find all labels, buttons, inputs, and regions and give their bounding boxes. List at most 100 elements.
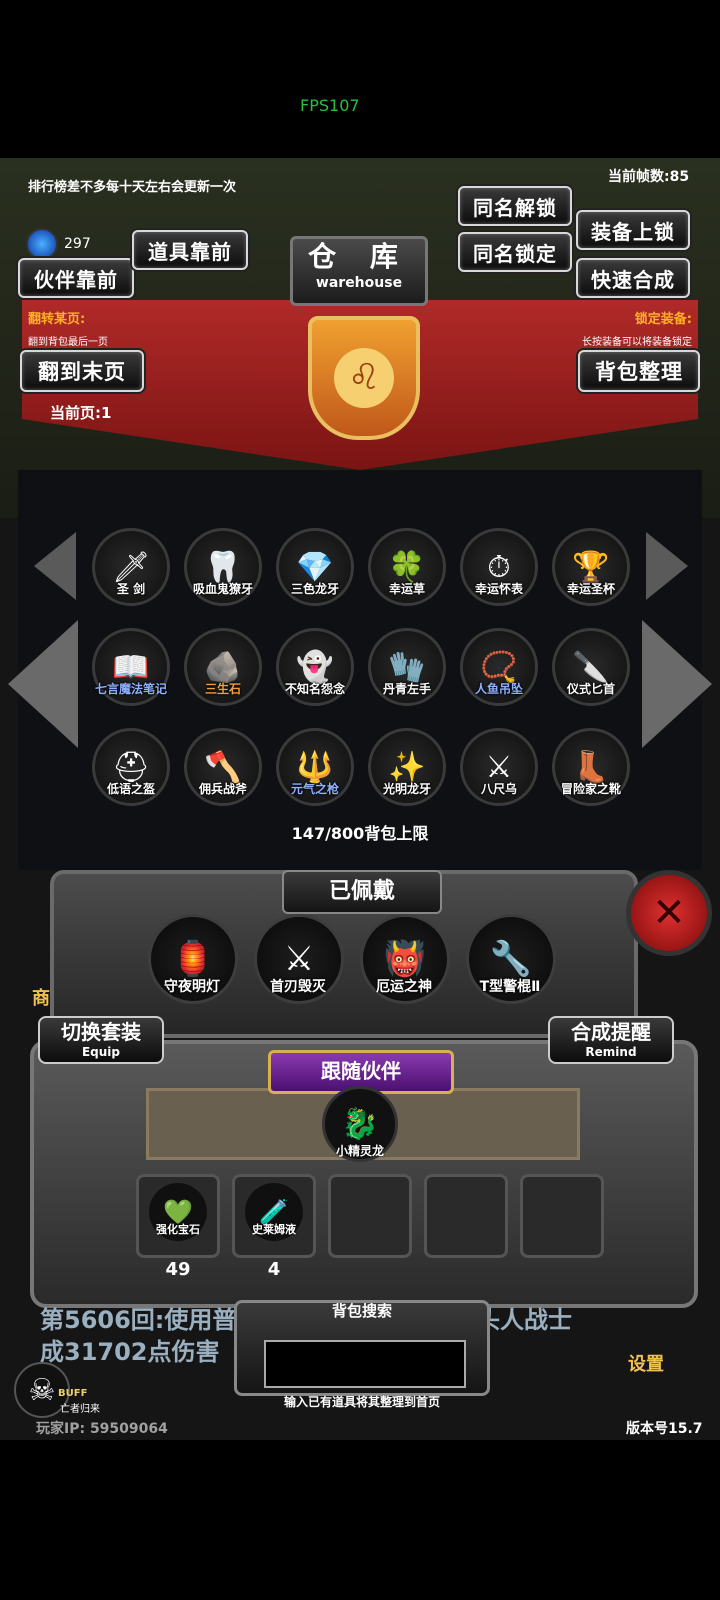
item-name: 三色龙牙 [290, 582, 339, 596]
close-button[interactable]: ✕ [626, 870, 712, 956]
bag-search-hint: 输入已有道具将其整理到首页 [283, 1395, 440, 1409]
item-name: 光明龙牙 [382, 782, 431, 796]
consumable-count: 49 [165, 1259, 191, 1280]
lion-icon: ♌ [334, 348, 394, 408]
flip-page-hint-title: 翻转某页: [28, 312, 86, 327]
partner-front-button[interactable]: 伙伴靠前 [18, 258, 134, 298]
equip-lock-button[interactable]: 装备上锁 [576, 210, 690, 250]
lion-crest: ♌ [308, 316, 420, 440]
item-name: 不知名怨念 [284, 682, 345, 696]
pet-slot[interactable]: 🐉 小精灵龙 [320, 1086, 400, 1166]
inventory-slot[interactable]: 📖 七言魔法笔记 [92, 628, 170, 708]
flip-page-hint-sub: 翻到背包最后一页 [28, 337, 108, 348]
goto-last-page-button[interactable]: 翻到末页 [20, 350, 144, 392]
battle-log-line1: 第5606回:使用普 [40, 1306, 237, 1334]
item-front-button[interactable]: 道具靠前 [132, 230, 248, 270]
battle-log: 第5606回:使用普 成31702点伤害 [40, 1304, 236, 1368]
empty-slot[interactable] [520, 1174, 604, 1258]
buff-label: BUFF [58, 1388, 88, 1399]
warehouse-title: 仓 库 warehouse [290, 236, 428, 306]
empty-slot[interactable] [424, 1174, 508, 1258]
inventory-slot[interactable]: 👻 不知名怨念 [276, 628, 354, 708]
switch-suit-label: 切换套装 [61, 1020, 141, 1044]
same-name-unlock-button[interactable]: 同名解锁 [458, 186, 572, 226]
item-name: 八尺乌 [480, 782, 517, 796]
inventory-slot[interactable]: 🧤 丹青左手 [368, 628, 446, 708]
item-name: 圣 剑 [116, 582, 146, 596]
switch-suit-button[interactable]: 切换套装 Equip [38, 1016, 164, 1064]
merge-remind-label: 合成提醒 [571, 1020, 651, 1044]
item-name: 七言魔法笔记 [94, 682, 167, 696]
inventory-slot[interactable]: ✨ 光明龙牙 [368, 728, 446, 808]
inventory-slot[interactable]: 🪓 佣兵战斧 [184, 728, 262, 808]
battle-log-line2: 成31702点伤害 [40, 1338, 220, 1366]
item-name: 元气之枪 [290, 782, 339, 796]
next-page-arrow-icon[interactable] [642, 620, 712, 748]
switch-suit-sub: Equip [81, 1045, 121, 1059]
item-name: 丹青左手 [382, 682, 431, 696]
gem-counter: 297 [26, 228, 91, 260]
item-name: 幸运圣杯 [566, 582, 615, 596]
consumable-slot[interactable]: 💚 强化宝石 49 [136, 1174, 220, 1280]
equip-name: T型警棍Ⅱ [479, 979, 541, 995]
item-name: 幸运怀表 [474, 582, 523, 596]
fps-counter: FPS107 [300, 96, 360, 115]
inventory-grid: 🗡 圣 剑 🦷 吸血鬼獠牙 💎 三色龙牙 🍀 幸运草 ⏱ 幸运怀表 🏆 幸运圣杯 📖 七言魔法笔记 🪨 三生石… [92, 528, 652, 808]
gem-count: 297 [64, 236, 91, 252]
lock-equip-hint: 锁定装备: 长按装备可以将装备锁定 [582, 308, 692, 348]
pet-name: 小精灵龙 [335, 1144, 384, 1158]
battle-log-tail: 头人战士 [476, 1306, 572, 1334]
inventory-slot[interactable]: ⚔ 八尺乌 [460, 728, 538, 808]
consumable-row: 💚 强化宝石 49 🧪 史莱姆液 4 [136, 1174, 604, 1280]
lock-equip-hint-sub: 长按装备可以将装备锁定 [582, 337, 692, 348]
equipped-slot[interactable]: ⚔ 首刃毁灭 [254, 914, 344, 1004]
consumable-slot[interactable]: 🧪 史莱姆液 4 [232, 1174, 316, 1280]
inventory-slot[interactable]: 🪨 三生石 [184, 628, 262, 708]
inventory-slot[interactable]: 🔪 仪式匕首 [552, 628, 630, 708]
inventory-slot[interactable]: 🏆 幸运圣杯 [552, 528, 630, 608]
bag-capacity: 147/800背包上限 [291, 824, 429, 843]
sort-bag-button[interactable]: 背包整理 [578, 350, 700, 392]
prev-small-arrow-icon[interactable] [34, 532, 76, 600]
inventory-slot[interactable]: 💎 三色龙牙 [276, 528, 354, 608]
current-page: 当前页:1 [50, 404, 112, 422]
inventory-slot[interactable]: 🍀 幸运草 [368, 528, 446, 608]
player-ip: 玩家IP: 59509064 [36, 1421, 168, 1437]
inventory-slot[interactable]: 👢 冒险家之靴 [552, 728, 630, 808]
close-icon: ✕ [652, 890, 686, 936]
settings-button[interactable]: 设置 [628, 1350, 664, 1376]
equipped-slot[interactable]: 🏮 守夜明灯 [148, 914, 238, 1004]
same-name-lock-button[interactable]: 同名锁定 [458, 232, 572, 272]
item-name: 冒险家之靴 [560, 782, 621, 796]
consumable-count: 4 [267, 1259, 281, 1280]
equip-name: 厄运之神 [376, 979, 432, 995]
equip-name: 首刃毁灭 [270, 979, 326, 995]
quick-merge-button[interactable]: 快速合成 [576, 258, 690, 298]
prev-page-arrow-icon[interactable] [8, 620, 78, 748]
shop-label[interactable]: 商 [32, 984, 50, 1010]
inventory-slot[interactable]: 🔱 元气之枪 [276, 728, 354, 808]
item-name: 幸运草 [388, 582, 425, 596]
bag-search-title: 背包搜索 [331, 1302, 392, 1320]
warehouse-title-cn: 仓 库 [308, 240, 410, 273]
inventory-slot[interactable]: 🦷 吸血鬼獠牙 [184, 528, 262, 608]
equipped-title: 已佩戴 [282, 870, 442, 914]
equipped-slot[interactable]: 👹 厄运之神 [360, 914, 450, 1004]
buff-sub: 亡者归来 [60, 1404, 100, 1415]
inventory-slot[interactable]: ⏱ 幸运怀表 [460, 528, 538, 608]
empty-slot[interactable] [328, 1174, 412, 1258]
equipped-slot[interactable]: 🔧 T型警棍Ⅱ [466, 914, 556, 1004]
inventory-slot[interactable]: 📿 人鱼吊坠 [460, 628, 538, 708]
ranking-notice: 排行榜差不多每十天左右会更新一次 [28, 180, 237, 195]
inventory-slot[interactable]: 🗡 圣 剑 [92, 528, 170, 608]
equipped-row: 🏮 守夜明灯 ⚔ 首刃毁灭 👹 厄运之神 🔧 T型警棍Ⅱ [148, 914, 556, 1004]
bag-search-input[interactable] [264, 1340, 466, 1388]
frame-count: 当前帧数:85 [608, 169, 690, 185]
version-label: 版本号15.7 [626, 1421, 703, 1437]
consumable-name: 强化宝石 [156, 1223, 200, 1236]
item-name: 佣兵战斧 [198, 782, 247, 796]
flip-page-hint: 翻转某页: 翻到背包最后一页 [28, 308, 108, 348]
inventory-slot[interactable]: ⛑ 低语之盔 [92, 728, 170, 808]
merge-remind-button[interactable]: 合成提醒 Remind [548, 1016, 674, 1064]
next-small-arrow-icon[interactable] [646, 532, 688, 600]
